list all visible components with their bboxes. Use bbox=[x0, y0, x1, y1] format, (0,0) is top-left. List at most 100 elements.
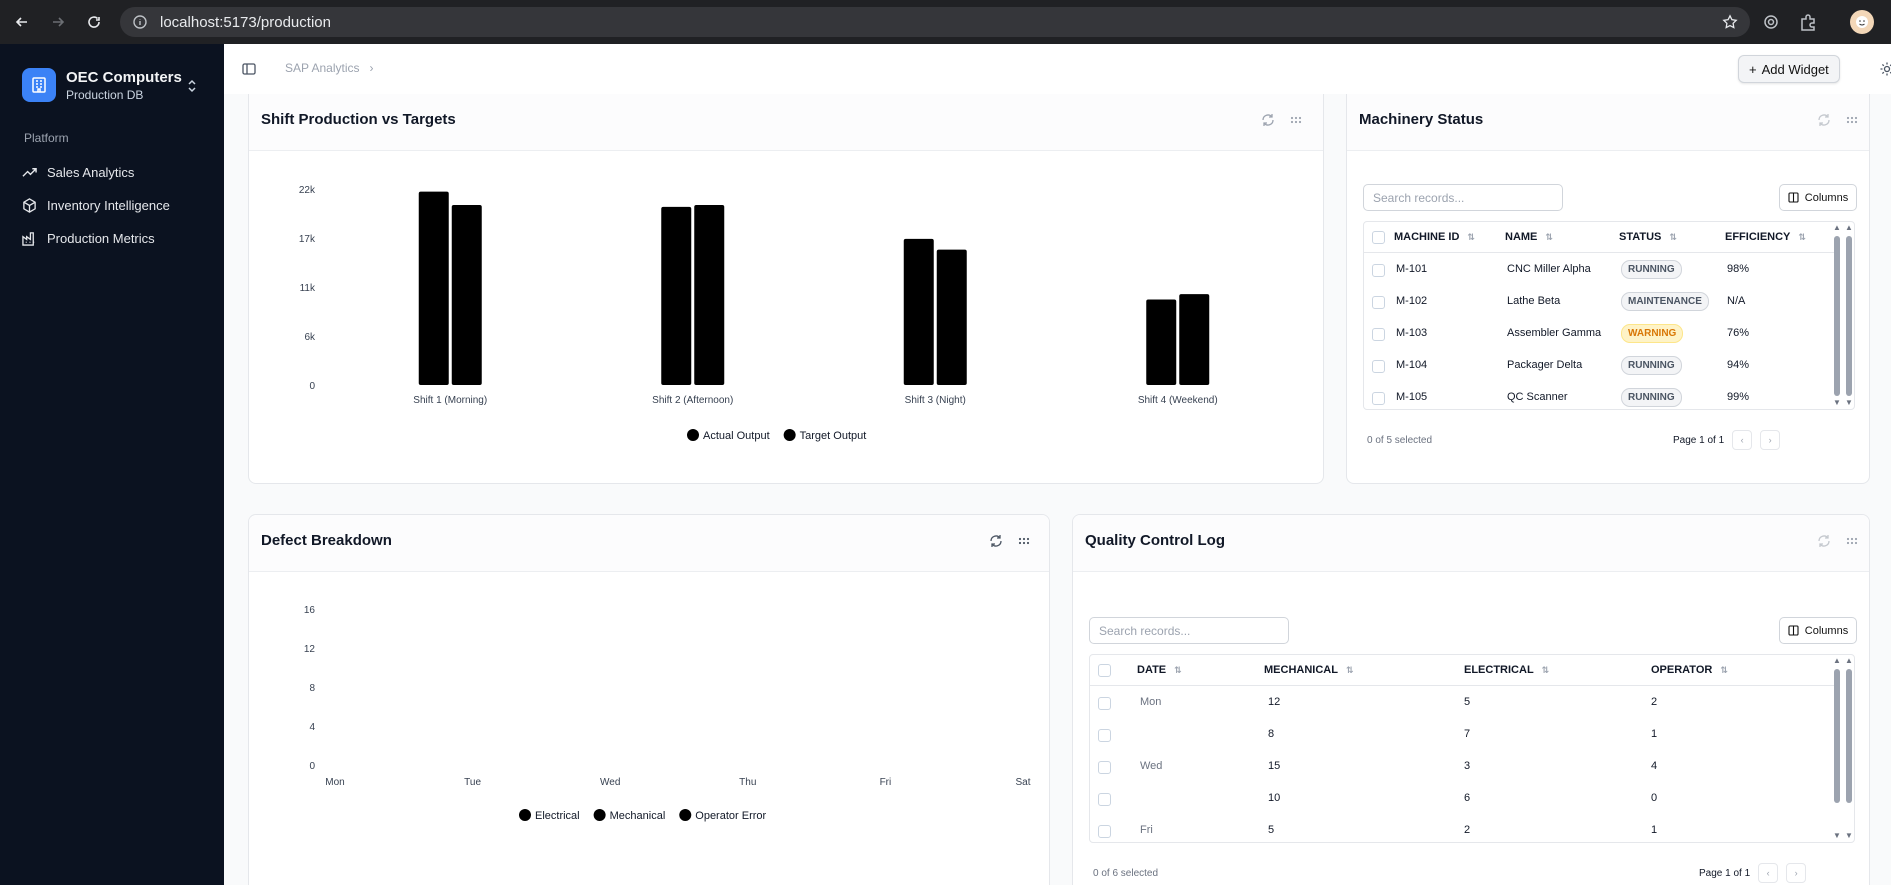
legend-label[interactable]: Target Output bbox=[800, 430, 867, 442]
scroll-down-icon[interactable]: ▼ bbox=[1845, 831, 1853, 840]
row-checkbox[interactable] bbox=[1372, 392, 1385, 405]
legend-label[interactable]: Electrical bbox=[535, 810, 580, 822]
refresh-icon[interactable] bbox=[1817, 113, 1831, 127]
back-icon[interactable] bbox=[11, 11, 33, 33]
nav-section-label: Platform bbox=[24, 131, 69, 145]
column-header-date[interactable]: DATE ⇅ bbox=[1137, 655, 1182, 685]
row-checkbox[interactable] bbox=[1372, 328, 1385, 341]
column-header-mechanical[interactable]: MECHANICAL ⇅ bbox=[1264, 655, 1354, 685]
extensions-icon[interactable] bbox=[1799, 13, 1817, 31]
org-name: OEC Computers bbox=[66, 68, 182, 86]
column-header-name[interactable]: NAME ⇅ bbox=[1505, 222, 1553, 252]
column-header-status[interactable]: STATUS ⇅ bbox=[1619, 222, 1677, 252]
next-page-button[interactable]: › bbox=[1786, 863, 1807, 883]
shift-production-chart: 0 6k 11k 17k 22k Shift 1 (Morning) Shift 2 (Af… bbox=[299, 185, 1218, 442]
sidebar-item-inventory-intelligence[interactable]: Inventory Intelligence bbox=[22, 193, 170, 217]
more-options-icon[interactable] bbox=[1289, 113, 1303, 127]
legend-label[interactable]: Actual Output bbox=[703, 430, 770, 442]
refresh-icon[interactable] bbox=[989, 534, 1003, 548]
more-options-icon[interactable] bbox=[1845, 113, 1859, 127]
bar-target-output[interactable] bbox=[694, 205, 725, 385]
bar-actual-output[interactable] bbox=[903, 238, 934, 385]
address-bar[interactable]: localhost:5173/production bbox=[120, 7, 1750, 37]
columns-button[interactable]: Columns bbox=[1779, 184, 1857, 211]
row-checkbox[interactable] bbox=[1372, 264, 1385, 277]
legend-label[interactable]: Mechanical bbox=[610, 810, 666, 822]
scrollbar-thumb[interactable] bbox=[1846, 236, 1852, 396]
bar-target-output[interactable] bbox=[936, 249, 967, 385]
vertical-scrollbar[interactable]: ▲ ▼ bbox=[1832, 655, 1842, 842]
column-header-electrical[interactable]: ELECTRICAL ⇅ bbox=[1464, 655, 1549, 685]
bar-actual-output[interactable] bbox=[661, 206, 692, 385]
previous-page-button[interactable]: ‹ bbox=[1758, 863, 1779, 883]
scroll-down-icon[interactable]: ▼ bbox=[1833, 398, 1841, 407]
search-input[interactable]: Search records... bbox=[1363, 184, 1563, 211]
table-row[interactable]: 10 6 0 bbox=[1090, 782, 1834, 814]
scrollbar-thumb[interactable] bbox=[1834, 669, 1840, 803]
more-options-icon[interactable] bbox=[1017, 534, 1031, 548]
bar-actual-output[interactable] bbox=[1146, 299, 1177, 385]
site-info-icon[interactable] bbox=[132, 14, 148, 30]
select-all-checkbox[interactable] bbox=[1372, 231, 1385, 244]
columns-button[interactable]: Columns bbox=[1779, 617, 1857, 644]
scroll-up-icon[interactable]: ▲ bbox=[1833, 223, 1841, 232]
next-page-button[interactable]: › bbox=[1760, 430, 1781, 450]
x-tick-label: Shift 1 (Morning) bbox=[413, 395, 487, 406]
row-checkbox[interactable] bbox=[1098, 793, 1111, 806]
row-checkbox[interactable] bbox=[1372, 296, 1385, 309]
widget-title: Machinery Status bbox=[1359, 111, 1484, 128]
reload-icon[interactable] bbox=[83, 11, 105, 33]
outer-scrollbar[interactable]: ▲ ▼ bbox=[1844, 222, 1854, 409]
column-header-efficiency[interactable]: EFFICIENCY ⇅ bbox=[1725, 222, 1806, 252]
sidebar-item-production-metrics[interactable]: Production Metrics bbox=[22, 226, 155, 250]
row-checkbox[interactable] bbox=[1372, 360, 1385, 373]
select-all-checkbox[interactable] bbox=[1098, 664, 1111, 677]
chevrons-up-down-icon[interactable] bbox=[186, 78, 198, 94]
add-widget-button[interactable]: + Add Widget bbox=[1738, 55, 1840, 83]
outer-scrollbar[interactable]: ▲ ▼ bbox=[1844, 655, 1854, 842]
scrollbar-thumb[interactable] bbox=[1834, 236, 1840, 396]
sync-icon[interactable] bbox=[1762, 13, 1780, 31]
legend-swatch bbox=[687, 429, 699, 441]
org-switcher[interactable]: OEC Computers Production DB bbox=[22, 68, 182, 102]
table-row[interactable]: M-102 Lathe Beta MAINTENANCE N/A bbox=[1364, 285, 1834, 317]
scroll-up-icon[interactable]: ▲ bbox=[1845, 223, 1853, 232]
column-header-operator[interactable]: OPERATOR ⇅ bbox=[1651, 655, 1728, 685]
column-header-machine-id[interactable]: MACHINE ID ⇅ bbox=[1394, 222, 1475, 252]
table-row[interactable]: M-104 Packager Delta RUNNING 94% bbox=[1364, 349, 1834, 381]
bookmark-star-icon[interactable] bbox=[1722, 14, 1738, 30]
refresh-icon[interactable] bbox=[1261, 113, 1275, 127]
refresh-icon[interactable] bbox=[1817, 534, 1831, 548]
legend-label[interactable]: Operator Error bbox=[695, 810, 766, 822]
vertical-scrollbar[interactable]: ▲ ▼ bbox=[1832, 222, 1842, 409]
bar-target-output[interactable] bbox=[1179, 294, 1210, 385]
table-row[interactable]: M-101 CNC Miller Alpha RUNNING 98% bbox=[1364, 253, 1834, 285]
scroll-down-icon[interactable]: ▼ bbox=[1833, 831, 1841, 840]
profile-avatar[interactable] bbox=[1850, 10, 1874, 34]
sidebar-item-sales-analytics[interactable]: Sales Analytics bbox=[22, 160, 134, 184]
row-checkbox[interactable] bbox=[1098, 697, 1111, 710]
row-checkbox[interactable] bbox=[1098, 729, 1111, 742]
table-row[interactable]: Fri 5 2 1 bbox=[1090, 814, 1834, 842]
scroll-down-icon[interactable]: ▼ bbox=[1845, 398, 1853, 407]
scroll-up-icon[interactable]: ▲ bbox=[1845, 656, 1853, 665]
table-row[interactable]: M-103 Assembler Gamma WARNING 76% bbox=[1364, 317, 1834, 349]
scroll-up-icon[interactable]: ▲ bbox=[1833, 656, 1841, 665]
table-row[interactable]: Mon 12 5 2 bbox=[1090, 686, 1834, 718]
table-row[interactable]: 8 7 1 bbox=[1090, 718, 1834, 750]
bar-target-output[interactable] bbox=[451, 205, 482, 385]
table-row[interactable]: Wed 15 3 4 bbox=[1090, 750, 1834, 782]
row-checkbox[interactable] bbox=[1098, 761, 1111, 774]
url-text: localhost:5173/production bbox=[160, 13, 331, 31]
previous-page-button[interactable]: ‹ bbox=[1732, 430, 1753, 450]
bar-actual-output[interactable] bbox=[418, 191, 449, 385]
row-checkbox[interactable] bbox=[1098, 825, 1111, 838]
search-input[interactable]: Search records... bbox=[1089, 617, 1289, 644]
breadcrumb-root[interactable]: SAP Analytics bbox=[285, 61, 359, 75]
more-options-icon[interactable] bbox=[1845, 534, 1859, 548]
sun-icon[interactable] bbox=[1880, 62, 1891, 76]
sidebar-toggle-icon[interactable] bbox=[242, 62, 256, 76]
forward-icon[interactable] bbox=[47, 11, 69, 33]
table-row[interactable]: M-105 QC Scanner RUNNING 99% bbox=[1364, 381, 1834, 409]
scrollbar-thumb[interactable] bbox=[1846, 669, 1852, 803]
